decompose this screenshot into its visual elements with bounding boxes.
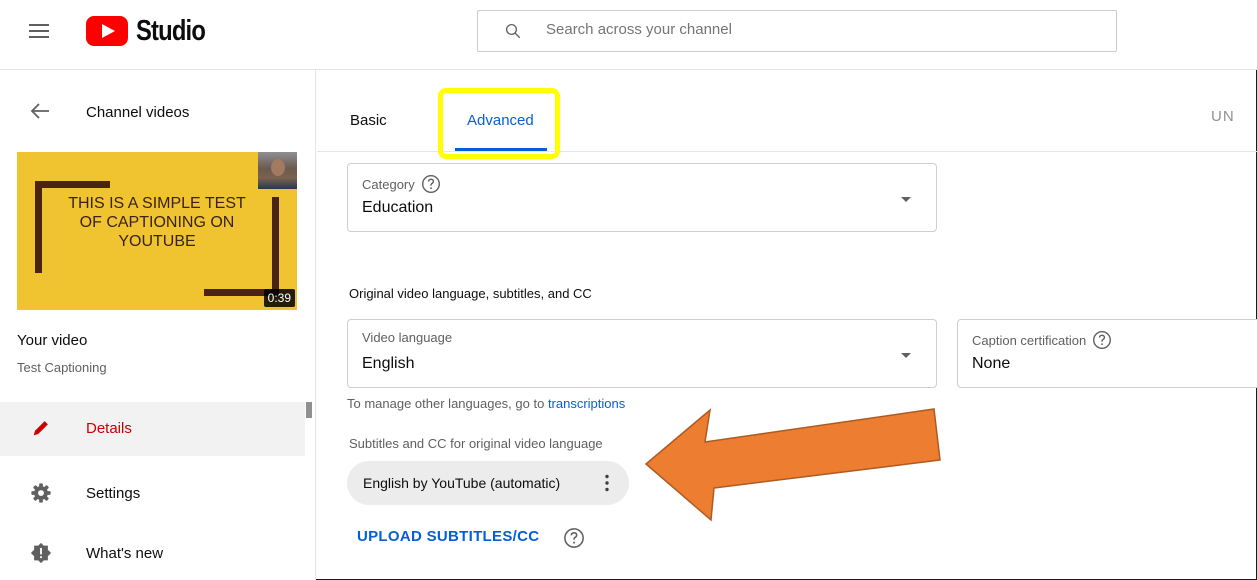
- video-title: Test Captioning: [17, 360, 107, 375]
- upload-subtitles-button[interactable]: UPLOAD SUBTITLES/CC: [357, 528, 539, 545]
- caption-certification-label-text: Caption certification: [972, 332, 1087, 348]
- chevron-down-icon: [901, 353, 911, 358]
- back-label: Channel videos: [86, 104, 190, 121]
- transcriptions-link[interactable]: transcriptions: [548, 396, 625, 411]
- category-label: Category: [362, 174, 441, 194]
- video-thumbnail[interactable]: THIS IS A SIMPLE TEST OF CAPTIONING ON Y…: [17, 152, 297, 310]
- category-label-text: Category: [362, 176, 415, 192]
- youtube-play-icon: [86, 16, 128, 46]
- sidebar: Channel videos THIS IS A SIMPLE TEST OF …: [0, 70, 316, 580]
- sidebar-item-details[interactable]: Details: [0, 402, 305, 456]
- search-input[interactable]: [546, 21, 1046, 38]
- video-language-value: English: [362, 355, 415, 372]
- subtitle-track-chip[interactable]: English by YouTube (automatic): [347, 461, 629, 505]
- undo-changes-button[interactable]: UN: [1211, 108, 1235, 125]
- help-icon[interactable]: [1092, 330, 1112, 350]
- category-dropdown[interactable]: Category Education: [347, 163, 937, 232]
- sidebar-item-settings[interactable]: Settings: [0, 467, 305, 521]
- top-bar: Studio: [0, 0, 1257, 70]
- tab-bar: Basic Advanced UN: [317, 70, 1257, 159]
- your-video-label: Your video: [17, 332, 88, 349]
- sidebar-scrollbar[interactable]: [306, 402, 312, 418]
- annotation-highlight-box: [438, 88, 560, 159]
- thumbnail-duration: 0:39: [263, 289, 295, 307]
- thumbnail-webcam-image: [258, 152, 297, 189]
- sidebar-item-label: Details: [86, 420, 132, 437]
- back-to-channel-videos[interactable]: Channel videos: [0, 70, 315, 152]
- category-value: Education: [362, 199, 434, 216]
- hamburger-menu-icon[interactable]: [29, 23, 49, 39]
- subtitles-section-label: Subtitles and CC for original video lang…: [349, 436, 603, 451]
- help-icon[interactable]: [421, 174, 441, 194]
- search-box[interactable]: [477, 10, 1117, 52]
- chevron-down-icon: [901, 197, 911, 202]
- pencil-icon: [33, 421, 48, 436]
- sidebar-item-label: Settings: [86, 485, 141, 502]
- thumbnail-text: THIS IS A SIMPLE TEST OF CAPTIONING ON Y…: [68, 195, 246, 250]
- help-icon[interactable]: [563, 527, 585, 549]
- sidebar-item-whats-new[interactable]: What's new: [0, 527, 305, 580]
- video-language-label: Video language: [362, 330, 453, 345]
- subtitle-track-label: English by YouTube (automatic): [363, 475, 561, 491]
- caption-certification-dropdown[interactable]: Caption certification None: [957, 319, 1257, 388]
- thumbnail-frame-top: [35, 181, 110, 188]
- caption-certification-value: None: [972, 355, 1011, 372]
- back-arrow-icon[interactable]: [30, 103, 50, 119]
- manage-languages-text: To manage other languages, go to transcr…: [347, 396, 625, 411]
- thumbnail-frame-left: [35, 181, 42, 273]
- video-language-dropdown[interactable]: Video language English: [347, 319, 937, 388]
- tab-basic[interactable]: Basic: [350, 112, 387, 129]
- caption-certification-label: Caption certification: [972, 330, 1112, 350]
- sidebar-item-label: What's new: [86, 545, 164, 562]
- manage-languages-prefix: To manage other languages, go to: [347, 396, 548, 411]
- more-vert-icon[interactable]: [605, 474, 609, 492]
- original-language-section-title: Original video language, subtitles, and …: [349, 286, 592, 301]
- search-icon: [505, 23, 521, 39]
- logo-text: Studio: [136, 14, 206, 47]
- annotation-arrow-icon: [644, 408, 941, 522]
- studio-logo[interactable]: Studio: [86, 11, 220, 51]
- thumbnail-frame-right: [272, 197, 279, 295]
- badge-icon: [30, 542, 52, 564]
- gear-icon: [31, 483, 51, 503]
